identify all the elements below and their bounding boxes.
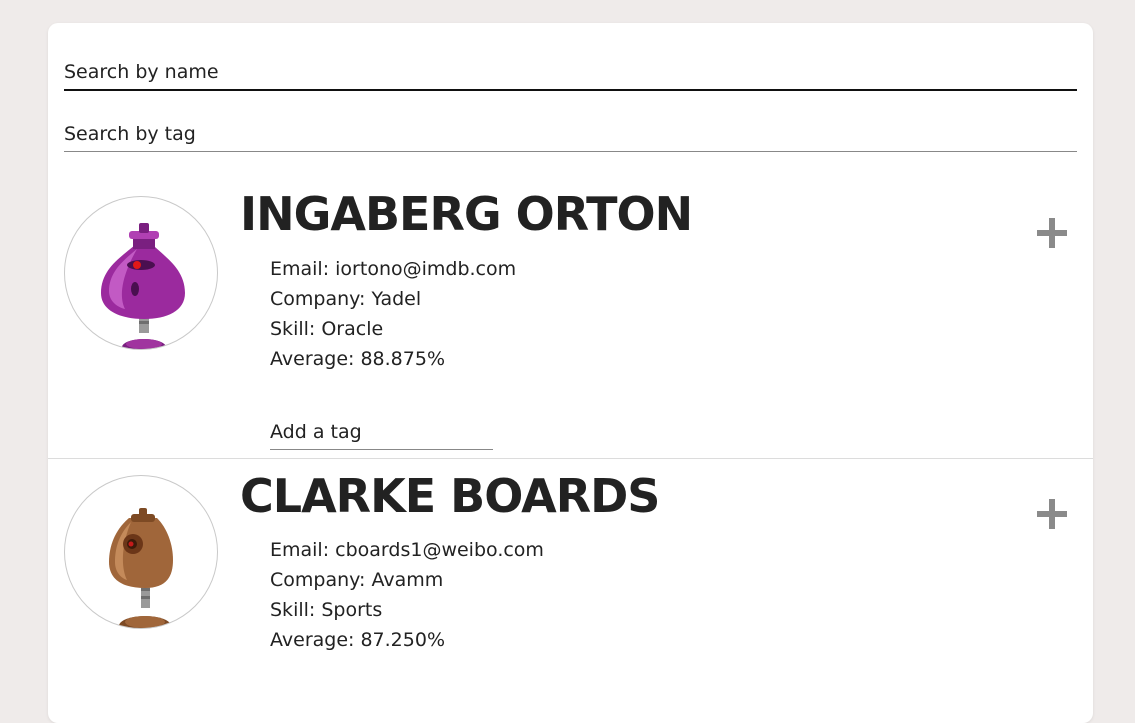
student-company: Company: Avamm: [270, 569, 444, 591]
student-name: INGABERG ORTON: [240, 187, 693, 241]
student-details: Email: iortono@imdb.com Company: Yadel S…: [270, 254, 516, 374]
plus-icon: [1037, 218, 1067, 248]
name-search-container: [64, 61, 1077, 91]
tag-search-container: [64, 123, 1077, 152]
student-list-card: INGABERG ORTON Email: iortono@imdb.com C…: [48, 23, 1093, 723]
student-average: Average: 87.250%: [270, 629, 445, 651]
student-avatar: [64, 475, 218, 629]
student-name: CLARKE BOARDS: [240, 469, 660, 523]
expand-grades-button[interactable]: [1035, 497, 1069, 531]
robot-avatar-icon: [109, 508, 173, 628]
search-by-tag-input[interactable]: [64, 123, 1077, 152]
search-by-name-input[interactable]: [64, 61, 1077, 91]
student-avatar: [64, 196, 218, 350]
plus-icon: [1037, 499, 1067, 529]
student-average: Average: 88.875%: [270, 348, 445, 370]
student-card: CLARKE BOARDS Email: cboards1@weibo.com …: [48, 459, 1093, 723]
student-skill: Skill: Oracle: [270, 318, 384, 340]
student-card: INGABERG ORTON Email: iortono@imdb.com C…: [48, 173, 1093, 459]
add-tag-input[interactable]: [270, 421, 493, 450]
expand-grades-button[interactable]: [1035, 216, 1069, 250]
student-email: Email: cboards1@weibo.com: [270, 539, 544, 561]
add-tag-container: [270, 421, 493, 450]
student-skill: Skill: Sports: [270, 599, 383, 621]
student-company: Company: Yadel: [270, 288, 422, 310]
student-details: Email: cboards1@weibo.com Company: Avamm…: [270, 535, 544, 655]
student-email: Email: iortono@imdb.com: [270, 258, 517, 280]
robot-avatar-icon: [101, 223, 185, 349]
